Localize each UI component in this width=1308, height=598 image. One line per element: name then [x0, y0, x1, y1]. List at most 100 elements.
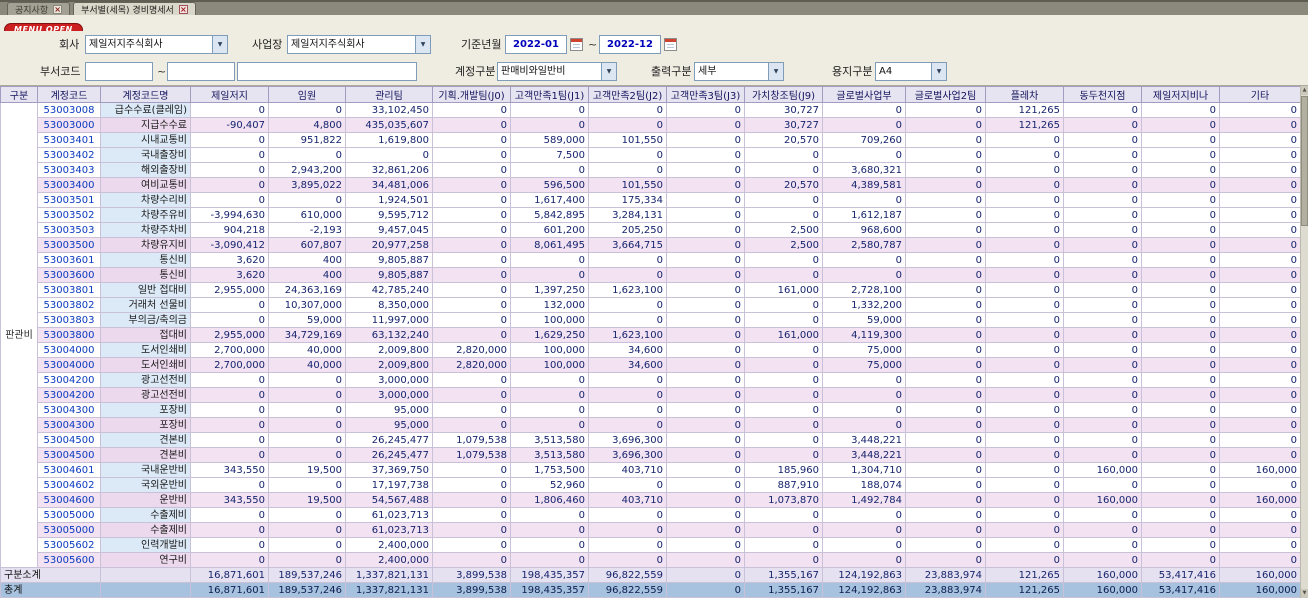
dept-code-to-input[interactable] [167, 62, 235, 81]
column-header[interactable]: 고객만족3팀(J3) [666, 86, 745, 103]
table-row[interactable]: 53003502 차량주유비 -3,994,630 610,000 9,595,712 0… [1, 207, 1301, 223]
period-to-input[interactable] [599, 35, 661, 54]
column-header[interactable]: 글로벌사업2팀 [905, 86, 986, 103]
table-row[interactable]: 53003503 차량주차비 904,218 -2,193 9,457,045 0 601,… [1, 222, 1301, 238]
table-row[interactable]: 53005602 인력개발비 0 0 2,400,000 0 0 0 0 0 0 0 0 0 0 0 [1, 537, 1301, 553]
table-row[interactable]: 53003801 일반 접대비 2,955,000 24,363,169 42,785,… [1, 282, 1301, 298]
paper-type-select[interactable]: A4 ▼ [875, 62, 947, 81]
calendar-icon[interactable] [570, 38, 583, 51]
table-row[interactable]: 53003800 접대비 2,955,000 34,729,169 63,132,240… [1, 327, 1301, 343]
dept-code-separator: ~ [157, 65, 167, 78]
table-row[interactable]: 53003803 부의금/축의금 0 59,000 11,997,000 0 100,000… [1, 312, 1301, 328]
close-icon[interactable]: × [53, 4, 63, 14]
column-header[interactable]: 구분 [0, 86, 38, 103]
amount-cell: 0 [1219, 447, 1301, 463]
amount-cell: 54,567,488 [345, 492, 433, 508]
amount-cell: 0 [588, 267, 667, 283]
close-icon[interactable]: × [178, 4, 188, 14]
column-header[interactable]: 임원 [268, 86, 346, 103]
account-type-select[interactable]: 판매비와일반비 ▼ [497, 62, 617, 81]
amount-cell: 32,861,206 [345, 162, 433, 178]
amount-cell: 904,218 [190, 222, 269, 238]
amount-cell: 0 [510, 267, 589, 283]
table-row[interactable]: 53003402 국내출장비 0 0 0 0 7,500 0 0 0 0 0 0 0 0 0 [1, 147, 1301, 163]
table-row[interactable]: 53005600 연구비 0 0 2,400,000 0 0 0 0 0 0 0 0 0 0 0 [1, 552, 1301, 568]
workplace-select[interactable]: 제일저지주식회사 ▼ [287, 35, 431, 54]
amount-cell: 0 [1063, 207, 1142, 223]
account-code: 53003400 [37, 177, 101, 193]
amount-cell: 2,820,000 [432, 357, 511, 373]
dept-name-field[interactable] [237, 62, 417, 81]
company-select[interactable]: 제일저지주식회사 ▼ [85, 35, 228, 54]
table-row[interactable]: 판관비 53003008 급수수료(클레임) 0 0 33,102,450 0 0 0 0 30,7… [0, 102, 1301, 568]
amount-cell: 100,000 [510, 342, 589, 358]
amount-cell: 121,265 [985, 582, 1064, 598]
table-row[interactable]: 53003601 통신비 3,620 400 9,805,887 0 0 0 0 0 0 0 0 0 0 0 [1, 252, 1301, 268]
table-row[interactable]: 53003600 통신비 3,620 400 9,805,887 0 0 0 0 0 0 0 0 0 0 0 [1, 267, 1301, 283]
column-header[interactable]: 기획.개발팀(J0) [432, 86, 511, 103]
tab-expense-statement[interactable]: 부서별(세목) 경비명세서 × [73, 2, 196, 16]
table-row[interactable]: 53004300 포장비 0 0 95,000 0 0 0 0 0 0 0 0 0 0 0 [1, 402, 1301, 418]
scrollbar-thumb[interactable] [1301, 96, 1308, 226]
amount-cell: 0 [905, 267, 986, 283]
table-row[interactable]: 53003403 해외출장비 0 2,943,200 32,861,206 0 0 0 0 0 3,… [1, 162, 1301, 178]
account-code: 53005000 [37, 522, 101, 538]
amount-cell: 403,710 [588, 492, 667, 508]
table-row[interactable]: 53003501 차량수리비 0 0 1,924,501 0 1,617,400 175,33… [1, 192, 1301, 208]
scroll-up-icon[interactable]: ▲ [1301, 86, 1308, 95]
column-header[interactable]: 관리팀 [345, 86, 433, 103]
amount-cell: 0 [510, 102, 589, 118]
table-row[interactable]: 53004500 견본비 0 0 26,245,477 1,079,538 3,513,58… [1, 447, 1301, 463]
table-row[interactable]: 53004200 광고선전비 0 0 3,000,000 0 0 0 0 0 0 0 0 0 0 0 [1, 387, 1301, 403]
vertical-scrollbar[interactable]: ▲ ▼ [1300, 86, 1308, 598]
amount-cell: 3,513,580 [510, 447, 589, 463]
column-header[interactable]: 계정코드 [37, 86, 101, 103]
column-header[interactable]: 가치창조팀(J9) [744, 86, 823, 103]
amount-cell: 2,820,000 [432, 342, 511, 358]
table-row[interactable]: 53003401 시내교통비 0 951,822 1,619,800 0 589,000 10… [1, 132, 1301, 148]
column-header[interactable]: 고객만족2팀(J2) [588, 86, 667, 103]
grand-total-row[interactable]: 총계 16,871,601 189,537,246 1,337,821,131 3,89… [0, 582, 1301, 598]
column-header[interactable]: 동두천지점 [1063, 86, 1142, 103]
table-row[interactable]: 53004601 국내운반비 343,550 19,500 37,369,750 0 1,7… [1, 462, 1301, 478]
table-row[interactable]: 53003000 지급수수료 -90,407 4,800 435,035,607 0 0 0 0… [1, 117, 1301, 133]
table-row[interactable]: 53003400 여비교통비 0 3,895,022 34,481,006 0 596,50… [1, 177, 1301, 193]
subtotal-row[interactable]: 구분소계 16,871,601 189,537,246 1,337,821,131 3,… [0, 567, 1301, 583]
amount-cell: 3,000,000 [345, 387, 433, 403]
output-type-select[interactable]: 세부 ▼ [694, 62, 784, 81]
column-header[interactable]: 계정코드명 [100, 86, 191, 103]
table-row[interactable]: 53004000 도서인쇄비 2,700,000 40,000 2,009,800 2,8… [1, 342, 1301, 358]
table-row[interactable]: 53005000 수출제비 0 0 61,023,713 0 0 0 0 0 0 0 0 0 0 0 [1, 522, 1301, 538]
amount-cell: 0 [588, 537, 667, 553]
dept-code-from-input[interactable] [85, 62, 153, 81]
table-row[interactable]: 53004602 국외운반비 0 0 17,197,738 0 52,960 0 0 887,91… [1, 477, 1301, 493]
column-header[interactable]: 고객만족1팀(J1) [510, 86, 589, 103]
column-header[interactable]: 제일저지 [190, 86, 269, 103]
period-from-input[interactable] [505, 35, 567, 54]
amount-cell: 0 [822, 507, 906, 523]
calendar-icon[interactable] [664, 38, 677, 51]
scroll-down-icon[interactable]: ▼ [1301, 589, 1308, 598]
account-name: 여비교통비 [100, 177, 191, 193]
table-row[interactable]: 53004000 도서인쇄비 2,700,000 40,000 2,009,800 2,8… [1, 357, 1301, 373]
table-row[interactable]: 53004300 포장비 0 0 95,000 0 0 0 0 0 0 0 0 0 0 0 [1, 417, 1301, 433]
column-header[interactable]: 플레차 [985, 86, 1064, 103]
tab-notice[interactable]: 공지사항 × [7, 2, 71, 16]
amount-cell: 0 [905, 132, 986, 148]
amount-cell: 0 [432, 177, 511, 193]
table-row[interactable]: 53004200 광고선전비 0 0 3,000,000 0 0 0 0 0 0 0 0 0 0 0 [1, 372, 1301, 388]
table-row[interactable]: 53004600 운반비 343,550 19,500 54,567,488 0 1,806… [1, 492, 1301, 508]
table-row[interactable]: 53003802 거래처 선물비 0 10,307,000 8,350,000 0 132,… [1, 297, 1301, 313]
amount-cell: 601,200 [510, 222, 589, 238]
amount-cell: 0 [432, 552, 511, 568]
column-header[interactable]: 제일저지비나 [1141, 86, 1220, 103]
table-row[interactable]: 53003500 차량유지비 -3,090,412 607,807 20,977,258… [1, 237, 1301, 253]
table-row[interactable]: 53005000 수출제비 0 0 61,023,713 0 0 0 0 0 0 0 0 0 0 0 [1, 507, 1301, 523]
amount-cell: 0 [432, 207, 511, 223]
amount-cell: 0 [1063, 102, 1142, 118]
amount-cell: 0 [432, 237, 511, 253]
column-header[interactable]: 글로벌사업부 [822, 86, 906, 103]
column-header[interactable]: 기타 [1219, 86, 1301, 103]
table-row[interactable]: 53004500 견본비 0 0 26,245,477 1,079,538 3,513,58… [1, 432, 1301, 448]
amount-cell: 0 [666, 477, 745, 493]
